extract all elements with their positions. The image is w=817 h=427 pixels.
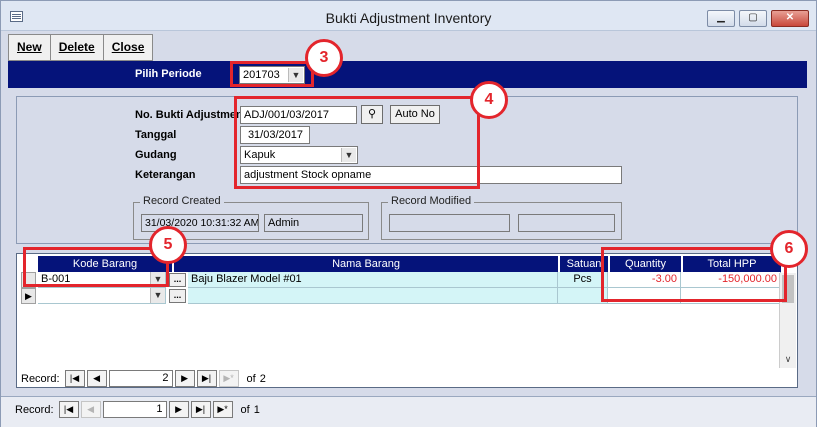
annotation-box-3 (230, 61, 314, 87)
new-button-label: New (17, 40, 42, 54)
delete-button[interactable]: Delete (49, 34, 104, 61)
gudang-label: Gudang (135, 149, 177, 161)
subnav-of: of (246, 372, 256, 385)
close-window-button[interactable]: ✕ (771, 10, 809, 27)
chevron-down-icon[interactable]: ▼ (150, 288, 165, 303)
close-button-label: Close (111, 40, 145, 54)
mainnav-label: Record: (15, 403, 54, 416)
toolbar: New Delete Close (8, 34, 154, 61)
annotation-box-5 (23, 247, 169, 287)
new-row-kode[interactable] (38, 288, 166, 304)
tanggal-label: Tanggal (135, 129, 177, 141)
delete-button-label: Delete (58, 40, 95, 54)
subform-record-nav: Record: |◀ ◀ 2 ▶ ▶| ▶* of 2 (21, 369, 266, 388)
window-title: Bukti Adjustment Inventory (325, 10, 492, 26)
created-user-field: Admin (264, 214, 363, 232)
subnav-label: Record: (21, 372, 60, 385)
last-record-icon[interactable]: ▶| (196, 370, 217, 387)
new-kode-dropdown[interactable]: ▼ (150, 288, 166, 304)
first-record-icon[interactable]: |◀ (64, 370, 85, 387)
table-row-nama[interactable]: Baju Blazer Model #01 (188, 272, 558, 288)
new-row-selector[interactable]: ▶ (21, 288, 36, 304)
prev-record-icon[interactable]: ◀ (86, 370, 107, 387)
annotation-badge-6: 6 (770, 230, 808, 268)
subnav-total: 2 (259, 372, 266, 385)
lookup-button[interactable]: ... (169, 273, 186, 287)
period-band: Pilih Periode (8, 61, 807, 88)
keterangan-label: Keterangan (135, 169, 196, 181)
annotation-box-6 (601, 247, 787, 302)
main-record-nav: Record: |◀ ◀ 1 ▶ ▶| ▶* of 1 (15, 400, 260, 419)
title-bar: Bukti Adjustment Inventory ▁ ▢ ✕ (1, 1, 816, 31)
modified-user-field (518, 214, 615, 232)
minimize-button[interactable]: ▁ (707, 10, 735, 27)
main-last-record-icon[interactable]: ▶| (190, 401, 211, 418)
annotation-box-4 (234, 96, 480, 189)
main-first-record-icon[interactable]: |◀ (58, 401, 79, 418)
subnav-current[interactable]: 2 (108, 370, 173, 387)
annotation-badge-5: 5 (149, 226, 187, 264)
new-row-nama[interactable] (188, 288, 558, 304)
mainnav-current[interactable]: 1 (102, 401, 167, 418)
maximize-button[interactable]: ▢ (739, 10, 767, 27)
new-lookup-button[interactable]: ... (169, 289, 186, 303)
next-record-icon[interactable]: ▶ (174, 370, 195, 387)
record-modified-title: Record Modified (388, 195, 475, 207)
annotation-badge-3: 3 (305, 39, 343, 77)
scroll-down-icon[interactable]: ∨ (780, 354, 796, 368)
new-button[interactable]: New (8, 34, 51, 61)
mainnav-total: 1 (253, 403, 260, 416)
no-bukti-label: No. Bukti Adjustment (135, 109, 247, 121)
modified-datetime-field (389, 214, 510, 232)
main-next-record-icon[interactable]: ▶ (168, 401, 189, 418)
app-window: Bukti Adjustment Inventory ▁ ▢ ✕ New Del… (0, 0, 817, 427)
main-new-record-icon[interactable]: ▶* (212, 401, 233, 418)
mainnav-of: of (240, 403, 250, 416)
main-prev-record-icon: ◀ (80, 401, 101, 418)
period-label: Pilih Periode (135, 68, 202, 80)
close-button[interactable]: Close (102, 34, 154, 61)
record-created-title: Record Created (140, 195, 224, 207)
annotation-badge-4: 4 (470, 81, 508, 119)
col-header-nama: Nama Barang (174, 256, 558, 272)
new-record-icon: ▶* (218, 370, 239, 387)
